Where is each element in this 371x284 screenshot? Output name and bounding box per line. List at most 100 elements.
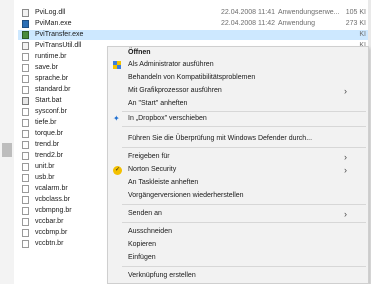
menu-item-defender[interactable]: Führen Sie die Überprüfung mit Windows D… xyxy=(108,133,368,145)
menu-item-copy[interactable]: Kopieren xyxy=(108,239,368,251)
file-name: vcalarm.br xyxy=(35,185,68,192)
menu-item-label: Behandeln von Kompatibilitätsproblemen xyxy=(128,74,256,81)
file-icon xyxy=(22,141,29,149)
file-name: PviLog.dll xyxy=(35,9,66,16)
file-name: PviTransUtil.dll xyxy=(35,42,82,49)
menu-item-paste[interactable]: Einfügen xyxy=(108,252,368,264)
dll-icon xyxy=(22,9,29,17)
file-icon xyxy=(22,130,29,138)
file-name: sprache.br xyxy=(35,75,69,82)
file-name: PviMan.exe xyxy=(35,20,72,27)
menu-item-compat[interactable]: Behandeln von Kompatibilitätsproblemen xyxy=(108,72,368,84)
file-icon xyxy=(22,218,29,226)
file-name: sysconf.br xyxy=(35,108,67,115)
menu-item-label: Öffnen xyxy=(128,49,151,56)
menu-item-label: Verknüpfung erstellen xyxy=(128,272,196,279)
menu-item-label: Vorgängerversionen wiederherstellen xyxy=(128,192,244,199)
file-name: vcbmpng.br xyxy=(35,207,72,214)
chevron-right-icon: › xyxy=(344,209,347,219)
menu-item-label: Norton Security xyxy=(128,166,177,173)
file-type: Anwendungserwe... xyxy=(278,9,340,16)
menu-item-dropbox[interactable]: ✦ In „Dropbox" verschieben xyxy=(108,113,368,125)
file-name: vccbmp.br xyxy=(35,229,68,236)
menu-item-pin-taskbar[interactable]: An Taskleiste anheften xyxy=(108,177,368,189)
menu-item-gpu[interactable]: Mit Grafikprozessor ausführen › xyxy=(108,85,368,97)
scrollbar-thumb[interactable] xyxy=(2,143,12,157)
file-date: 22.04.2008 11:42 xyxy=(221,20,275,27)
menu-separator xyxy=(122,147,366,148)
file-icon xyxy=(22,207,29,215)
chevron-right-icon: › xyxy=(344,152,347,162)
menu-item-create-shortcut[interactable]: Verknüpfung erstellen xyxy=(108,270,368,282)
menu-separator xyxy=(122,266,366,267)
file-name: vccbar.br xyxy=(35,218,64,225)
menu-separator xyxy=(122,222,366,223)
file-name: trend.br xyxy=(35,141,60,148)
navigation-pane-scrollbar[interactable] xyxy=(0,0,14,284)
menu-item-label: Mit Grafikprozessor ausführen xyxy=(128,87,222,94)
file-icon xyxy=(22,229,29,237)
file-row[interactable]: PviMan.exe 22.04.2008 11:42 Anwendung 27… xyxy=(18,19,368,29)
menu-item-cut[interactable]: Ausschneiden xyxy=(108,226,368,238)
file-row-selected[interactable]: PviTransfer.exe KI xyxy=(18,30,368,40)
file-type: Anwendung xyxy=(278,20,315,27)
dll-icon xyxy=(22,42,29,50)
menu-item-label: An Taskleiste anheften xyxy=(128,179,199,186)
norton-check-icon: ✓ xyxy=(113,166,122,175)
file-name: runtime.br xyxy=(35,53,67,60)
file-name: standard.br xyxy=(35,86,71,93)
file-name: torque.br xyxy=(35,130,64,137)
menu-item-label: Ausschneiden xyxy=(128,228,172,235)
file-name: PviTransfer.exe xyxy=(35,31,84,38)
file-name: Start.bat xyxy=(35,97,62,104)
menu-item-label: Kopieren xyxy=(128,241,157,248)
menu-item-share[interactable]: Freigeben für › xyxy=(108,151,368,163)
dropbox-icon: ✦ xyxy=(113,114,120,123)
menu-item-label: Führen Sie die Überprüfung mit Windows D… xyxy=(128,135,313,142)
menu-item-label: Als Administrator ausführen xyxy=(128,61,214,68)
file-date: 22.04.2008 11:41 xyxy=(221,9,275,16)
menu-item-run-as-admin[interactable]: Als Administrator ausführen xyxy=(108,59,368,71)
file-name: tiefe.br xyxy=(35,119,57,126)
file-icon xyxy=(22,185,29,193)
file-name: vcbclass.br xyxy=(35,196,71,203)
file-name: save.br xyxy=(35,64,58,71)
exe-icon xyxy=(22,20,29,28)
bat-icon xyxy=(22,97,29,105)
file-icon xyxy=(22,196,29,204)
menu-item-pin-start[interactable]: An "Start" anheften xyxy=(108,98,368,110)
file-icon xyxy=(22,75,29,83)
chevron-right-icon: › xyxy=(344,86,347,96)
file-icon xyxy=(22,86,29,94)
menu-separator xyxy=(122,126,366,127)
file-icon xyxy=(22,240,29,248)
menu-item-previous-versions[interactable]: Vorgängerversionen wiederherstellen xyxy=(108,190,368,202)
menu-item-label: Freigeben für xyxy=(128,153,170,160)
file-icon xyxy=(22,119,29,127)
context-menu: Öffnen Als Administrator ausführen Behan… xyxy=(107,46,369,284)
menu-item-send-to[interactable]: Senden an › xyxy=(108,208,368,220)
file-name: usb.br xyxy=(35,174,55,181)
file-icon xyxy=(22,53,29,61)
file-icon xyxy=(22,64,29,72)
file-size: 273 KI xyxy=(345,20,366,27)
menu-separator xyxy=(122,204,366,205)
chevron-right-icon: › xyxy=(344,165,347,175)
menu-item-label: An "Start" anheften xyxy=(128,100,188,107)
file-row[interactable]: PviLog.dll 22.04.2008 11:41 Anwendungser… xyxy=(18,8,368,18)
file-name: vccbtn.br xyxy=(35,240,64,247)
uac-shield-icon xyxy=(113,61,122,70)
menu-item-norton[interactable]: ✓ Norton Security › xyxy=(108,164,368,176)
file-icon xyxy=(22,163,29,171)
file-icon xyxy=(22,108,29,116)
menu-item-open[interactable]: Öffnen xyxy=(108,47,368,59)
file-icon xyxy=(22,174,29,182)
menu-item-label: Einfügen xyxy=(128,254,156,261)
menu-separator xyxy=(122,111,366,112)
exe-icon xyxy=(22,31,29,39)
file-name: trend2.br xyxy=(35,152,64,159)
file-size: KI xyxy=(359,31,366,38)
file-size: 105 KI xyxy=(345,9,366,16)
menu-item-label: In „Dropbox" verschieben xyxy=(128,115,207,122)
menu-item-label: Senden an xyxy=(128,210,162,217)
